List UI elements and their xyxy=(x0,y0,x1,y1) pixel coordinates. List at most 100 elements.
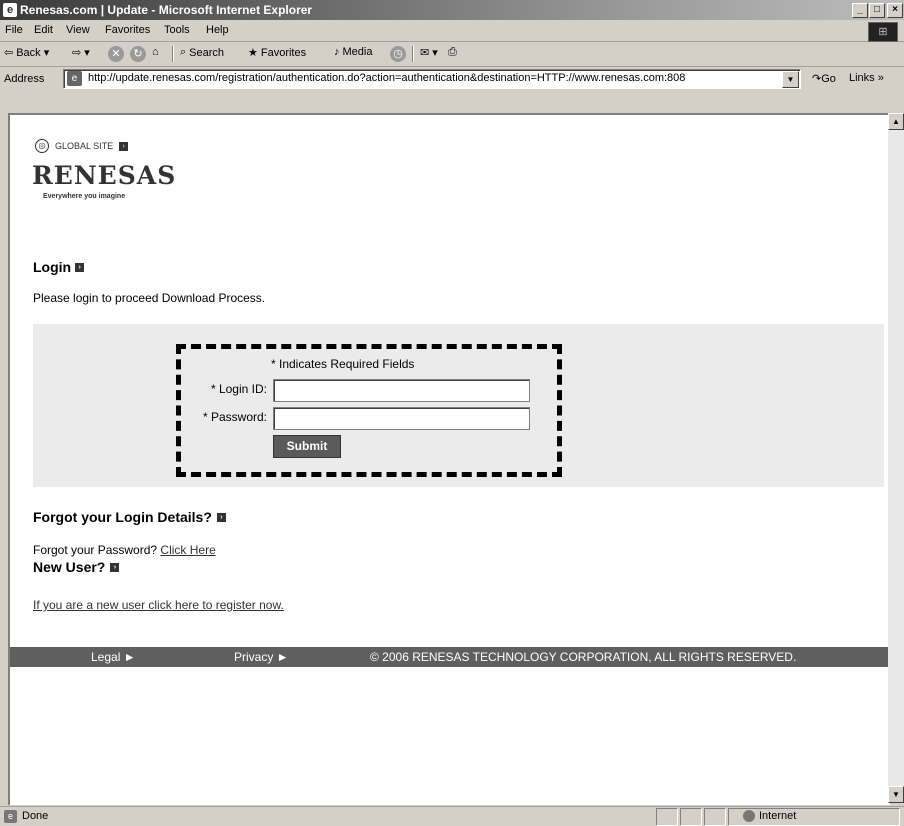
favorites-icon: ★ xyxy=(248,47,258,59)
menu-file[interactable]: File xyxy=(5,24,23,36)
toolbar-separator xyxy=(412,46,414,62)
media-button[interactable]: ♪ Media xyxy=(334,46,372,58)
home-icon: ⌂ xyxy=(152,46,159,58)
address-input[interactable]: e http://update.renesas.com/registration… xyxy=(63,69,801,89)
chevron-down-icon: ▾ xyxy=(43,47,50,59)
forgot-heading-text: Forgot your Login Details? xyxy=(33,509,212,525)
windows-logo-icon: ⊞ xyxy=(868,22,898,42)
back-button[interactable]: ⇦ Back ▾ xyxy=(4,46,50,60)
menu-help[interactable]: Help xyxy=(206,24,229,36)
arrow-icon: › xyxy=(110,562,120,572)
history-button[interactable]: ◷ xyxy=(390,46,406,62)
menu-favorites[interactable]: Favorites xyxy=(105,24,150,36)
chevron-down-icon: ▾ xyxy=(432,47,438,59)
favorites-label: Favorites xyxy=(260,46,307,59)
arrow-icon: › xyxy=(216,512,226,522)
zone-label: Internet xyxy=(759,810,797,822)
refresh-button[interactable]: ↻ xyxy=(130,46,146,62)
print-button[interactable]: ⎙ xyxy=(448,46,457,59)
status-cell xyxy=(656,808,678,826)
zone-indicator: Internet xyxy=(743,810,796,822)
address-label: Address xyxy=(4,73,45,85)
login-heading-text: Login xyxy=(33,259,72,275)
go-label: Go xyxy=(821,73,836,85)
scroll-up-icon[interactable]: ▲ xyxy=(888,113,904,130)
required-fields-note: * Indicates Required Fields xyxy=(271,357,415,371)
login-description: Please login to proceed Download Process… xyxy=(33,291,266,305)
globe-icon: ◎ xyxy=(35,139,49,153)
chevron-down-icon: ▾ xyxy=(84,47,90,59)
address-dropdown-icon[interactable]: ▼ xyxy=(782,71,799,88)
login-form: * Indicates Required Fields * Login ID: … xyxy=(176,344,562,477)
menu-tools[interactable]: Tools xyxy=(164,24,190,36)
page-icon: e xyxy=(67,71,82,86)
links-button[interactable]: Links » xyxy=(849,72,884,84)
login-panel: * Indicates Required Fields * Login ID: … xyxy=(33,324,884,487)
search-label: Search xyxy=(189,46,225,59)
footer-bar: Legal ► Privacy ► © 2006 RENESAS TECHNOL… xyxy=(10,647,890,667)
history-icon: ◷ xyxy=(390,46,406,62)
status-cell xyxy=(704,808,726,826)
title-bar: e Renesas.com | Update - Microsoft Inter… xyxy=(0,0,904,20)
close-button[interactable]: × xyxy=(887,3,903,18)
toolbar-separator xyxy=(172,46,174,62)
status-bar: e Done Internet xyxy=(0,806,904,826)
media-label: Media xyxy=(342,46,373,58)
favorites-button[interactable]: ★ Favorites xyxy=(248,46,307,60)
menu-view[interactable]: View xyxy=(66,24,90,36)
go-button[interactable]: ↷Go xyxy=(812,72,836,85)
menu-edit[interactable]: Edit xyxy=(34,24,53,36)
go-arrow-icon: ↷ xyxy=(812,73,822,85)
page-viewport: ◎ GLOBAL SITE › RENESAS Everywhere you i… xyxy=(8,113,890,805)
login-heading: Login › xyxy=(33,259,85,275)
legal-link[interactable]: Legal ► xyxy=(91,650,136,664)
menu-bar: File Edit View Favorites Tools Help xyxy=(0,21,904,42)
password-input[interactable] xyxy=(273,407,530,430)
back-arrow-icon: ⇦ xyxy=(4,47,14,59)
window-title: Renesas.com | Update - Microsoft Interne… xyxy=(20,3,313,17)
maximize-button[interactable]: □ xyxy=(869,3,885,18)
renesas-logo[interactable]: RENESAS xyxy=(32,161,176,190)
forgot-password-line: Forgot your Password? Click Here xyxy=(33,543,216,557)
new-user-heading: New User? › xyxy=(33,559,120,575)
new-user-heading-text: New User? xyxy=(33,559,106,575)
privacy-link[interactable]: Privacy ► xyxy=(234,650,289,664)
arrow-icon: › xyxy=(75,262,85,272)
address-url: http://update.renesas.com/registration/a… xyxy=(88,72,686,84)
stop-button[interactable]: ✕ xyxy=(108,46,124,62)
login-id-label: * Login ID: xyxy=(210,382,267,396)
forward-arrow-icon: ⇨ xyxy=(72,47,82,59)
status-cell xyxy=(680,808,702,826)
back-label: Back xyxy=(16,46,41,59)
internet-globe-icon xyxy=(743,810,755,822)
media-icon: ♪ xyxy=(334,46,340,58)
logo-tagline: Everywhere you imagine xyxy=(43,193,126,200)
toolbar: ⇦ Back ▾ ⇨ ▾ ✕ ↻ ⌂ ⌕ Search ★ Favorites … xyxy=(0,42,904,67)
global-site-link[interactable]: ◎ GLOBAL SITE › xyxy=(35,139,129,153)
page-done-icon: e xyxy=(4,810,17,823)
address-bar: Address e http://update.renesas.com/regi… xyxy=(0,67,904,91)
vertical-scrollbar[interactable]: ▲ ▼ xyxy=(888,113,904,803)
print-icon: ⎙ xyxy=(448,46,457,58)
status-text: Done xyxy=(22,810,49,822)
stop-icon: ✕ xyxy=(108,46,124,62)
submit-button[interactable]: Submit xyxy=(273,435,341,458)
copyright-text: © 2006 RENESAS TECHNOLOGY CORPORATION, A… xyxy=(370,650,797,664)
click-here-link[interactable]: Click Here xyxy=(160,543,215,557)
scroll-down-icon[interactable]: ▼ xyxy=(888,786,904,803)
forgot-heading: Forgot your Login Details? › xyxy=(33,509,226,525)
ie-logo-icon: e xyxy=(3,3,17,17)
search-icon: ⌕ xyxy=(180,46,187,58)
arrow-icon: › xyxy=(119,141,129,151)
minimize-button[interactable]: _ xyxy=(852,3,868,18)
password-label: * Password: xyxy=(202,410,267,424)
mail-icon: ✉ xyxy=(420,47,430,59)
mail-button[interactable]: ✉ ▾ xyxy=(420,46,438,59)
home-button[interactable]: ⌂ xyxy=(152,46,159,58)
login-id-input[interactable] xyxy=(273,379,530,402)
register-link[interactable]: If you are a new user click here to regi… xyxy=(33,598,284,612)
refresh-icon: ↻ xyxy=(130,46,146,62)
search-button[interactable]: ⌕ Search xyxy=(180,46,224,59)
forgot-password-text: Forgot your Password? xyxy=(33,543,158,557)
forward-button[interactable]: ⇨ ▾ xyxy=(72,46,90,59)
